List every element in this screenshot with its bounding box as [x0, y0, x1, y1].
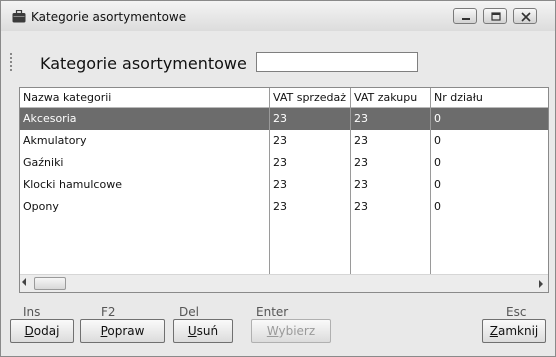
minimize-icon — [462, 18, 470, 20]
table-cell-vat-purchase: 23 — [354, 134, 368, 147]
usuń-button[interactable]: Usuń — [173, 319, 233, 343]
wybierz-button[interactable]: Wybierz — [251, 319, 331, 343]
table-cell-vat-sale: 23 — [273, 178, 287, 191]
shortcut-hint: Del — [179, 305, 199, 319]
toolbar: Kategorie asortymentowe — [10, 49, 546, 81]
maximize-button[interactable] — [483, 8, 507, 24]
scroll-left-arrow-icon[interactable] — [22, 278, 26, 286]
close-button[interactable] — [513, 8, 537, 24]
dodaj-button[interactable]: Dodaj — [10, 319, 74, 343]
table-cell-vat-purchase: 23 — [354, 112, 368, 125]
table-cell-vat-sale: 23 — [273, 156, 287, 169]
horizontal-scrollbar[interactable] — [20, 274, 548, 292]
column-divider[interactable] — [350, 88, 351, 274]
shortcut-hint: Esc — [506, 305, 527, 319]
scroll-right-arrow-icon[interactable] — [539, 280, 543, 288]
table-cell-dept: 0 — [434, 178, 441, 191]
scroll-thumb[interactable] — [34, 277, 66, 290]
table-row[interactable]: Akcesoria 23 23 0 — [20, 108, 548, 130]
table-cell-name: Opony — [23, 200, 59, 213]
table-cell-vat-sale: 23 — [273, 200, 287, 213]
column-header-name[interactable]: Nazwa kategorii — [20, 88, 268, 107]
grid-header: Nazwa kategorii VAT sprzedaż VAT zakupu … — [20, 88, 548, 108]
table-row[interactable]: Klocki hamulcowe 23 23 0 — [20, 174, 548, 196]
button-label: ybierz — [278, 324, 316, 338]
table-cell-vat-purchase: 23 — [354, 200, 368, 213]
table-cell-dept: 0 — [434, 156, 441, 169]
window-title: Kategorie asortymentowe — [31, 10, 187, 24]
table-cell-vat-sale: 23 — [273, 112, 287, 125]
table-cell-vat-purchase: 23 — [354, 178, 368, 191]
button-label: odaj — [33, 324, 60, 338]
table-cell-dept: 0 — [434, 112, 441, 125]
shortcut-hint: F2 — [101, 305, 116, 319]
category-grid[interactable]: Nazwa kategorii VAT sprzedaż VAT zakupu … — [19, 87, 549, 293]
table-cell-name: Gaźniki — [23, 156, 64, 169]
column-header-vat-purchase[interactable]: VAT zakupu — [351, 88, 429, 107]
zamknij-button[interactable]: Zamknij — [482, 319, 546, 343]
close-icon — [521, 12, 531, 22]
table-cell-name: Akcesoria — [23, 112, 77, 125]
button-label: amknij — [497, 324, 539, 338]
shortcut-hint: Ins — [23, 305, 41, 319]
table-cell-name: Klocki hamulcowe — [23, 178, 122, 191]
search-input[interactable] — [256, 52, 418, 72]
toolbar-grip[interactable] — [10, 53, 12, 73]
popraw-button[interactable]: Popraw — [80, 319, 165, 343]
table-row[interactable]: Opony 23 23 0 — [20, 196, 548, 218]
dialog-window: Kategorie asortymentowe Kategorie asorty… — [0, 0, 556, 357]
shortcut-hint: Enter — [256, 305, 289, 319]
button-label: opraw — [107, 324, 145, 338]
table-cell-dept: 0 — [434, 200, 441, 213]
briefcase-icon — [12, 9, 26, 23]
button-mnemonic: W — [266, 324, 279, 338]
table-cell-dept: 0 — [434, 134, 441, 147]
table-cell-name: Akmulatory — [23, 134, 87, 147]
table-row[interactable]: Akmulatory 23 23 0 — [20, 130, 548, 152]
button-mnemonic: U — [187, 324, 197, 338]
button-mnemonic: Z — [489, 324, 498, 338]
column-divider[interactable] — [430, 88, 431, 274]
column-header-dept[interactable]: Nr działu — [431, 88, 531, 107]
maximize-icon — [491, 12, 501, 21]
column-divider[interactable] — [269, 88, 270, 274]
title-bar[interactable]: Kategorie asortymentowe — [1, 1, 555, 31]
button-mnemonic: D — [24, 324, 34, 338]
table-row[interactable]: Gaźniki 23 23 0 — [20, 152, 548, 174]
toolbar-label: Kategorie asortymentowe — [40, 54, 247, 73]
table-cell-vat-sale: 23 — [273, 134, 287, 147]
button-label: suń — [196, 324, 219, 338]
table-cell-vat-purchase: 23 — [354, 156, 368, 169]
minimize-button[interactable] — [453, 8, 477, 24]
column-header-vat-sale[interactable]: VAT sprzedaż — [270, 88, 350, 107]
